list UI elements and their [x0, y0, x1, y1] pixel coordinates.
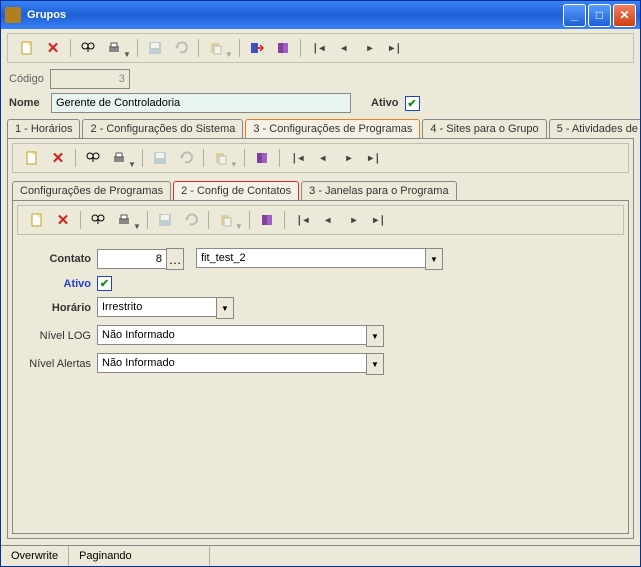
tab-atividades[interactable]: 5 - Atividades de Risco: [549, 119, 640, 138]
detail-help-button[interactable]: [256, 209, 278, 231]
nav-first-button[interactable]: ❘◂: [307, 37, 329, 59]
subtab-janelas[interactable]: 3 - Janelas para o Programa: [301, 181, 456, 200]
detail-ativo-checkbox[interactable]: ✔: [97, 276, 112, 291]
horario-label: Horário: [21, 302, 91, 314]
detail-nav-next-button[interactable]: ▸: [343, 209, 365, 231]
horario-field[interactable]: Irrestrito: [97, 297, 216, 317]
nivel-alertas-field[interactable]: Não Informado: [97, 353, 366, 373]
detail-print-button[interactable]: [113, 209, 135, 231]
nome-field[interactable]: Gerente de Controladoria: [51, 93, 351, 113]
app-icon: [5, 7, 21, 23]
detail-paste-button: [215, 209, 237, 231]
detail-toolbar: ✕ ▼ ▼ ❘◂ ◂ ▸ ▸❘: [17, 205, 624, 235]
ativo-checkbox[interactable]: ✔: [405, 96, 420, 111]
maximize-button[interactable]: □: [588, 4, 611, 27]
search-button[interactable]: [77, 37, 99, 59]
sub-nav-first-button[interactable]: ❘◂: [286, 147, 308, 169]
paste-dropdown-icon: ▼: [225, 50, 233, 59]
detail-new-button[interactable]: [26, 209, 48, 231]
nivel-alertas-dropdown-icon[interactable]: ▼: [366, 353, 384, 375]
detail-undo-button: [180, 209, 202, 231]
nivel-log-field[interactable]: Não Informado: [97, 325, 366, 345]
contato-lookup-button[interactable]: …: [166, 248, 184, 270]
nav-next-button[interactable]: ▸: [359, 37, 381, 59]
tab-horarios[interactable]: 1 - Horários: [7, 119, 80, 138]
undo-button: [170, 37, 192, 59]
sub-print-button[interactable]: [108, 147, 130, 169]
detail-delete-button[interactable]: ✕: [52, 209, 74, 231]
nav-last-button[interactable]: ▸❘: [385, 37, 407, 59]
window-title: Grupos: [27, 9, 66, 21]
main-tabpage: ✕ ▼ ▼ ❘◂ ◂ ▸ ▸❘ Configurações de Program…: [7, 138, 634, 539]
detail-nav-last-button[interactable]: ▸❘: [369, 209, 391, 231]
print-button[interactable]: [103, 37, 125, 59]
codigo-field: 3: [50, 69, 130, 89]
status-state: Paginando: [69, 546, 210, 566]
sub-undo-button: [175, 147, 197, 169]
inner-tabpage: ✕ ▼ ▼ ❘◂ ◂ ▸ ▸❘: [12, 200, 629, 534]
subtab-config-contatos[interactable]: 2 - Config de Contatos: [173, 181, 299, 200]
inner-tabs: Configurações de Programas 2 - Config de…: [12, 181, 629, 200]
sub-toolbar: ✕ ▼ ▼ ❘◂ ◂ ▸ ▸❘: [12, 143, 629, 173]
sub-nav-prev-button[interactable]: ◂: [312, 147, 334, 169]
status-bar: Overwrite Paginando: [1, 545, 640, 566]
tab-sites[interactable]: 4 - Sites para o Grupo: [422, 119, 546, 138]
exit-button[interactable]: [246, 37, 268, 59]
nome-row: Nome Gerente de Controladoria Ativo ✔: [1, 91, 640, 115]
window: Grupos _ □ ✕ ✕ ▼ ▼ ❘◂ ◂ ▸ ▸❘: [0, 0, 641, 567]
detail-ativo-label: Ativo: [21, 278, 91, 290]
contato-code-field[interactable]: 8: [97, 249, 167, 269]
nav-prev-button[interactable]: ◂: [333, 37, 355, 59]
status-mode: Overwrite: [1, 546, 69, 566]
status-spacer: [210, 546, 640, 566]
sub-nav-last-button[interactable]: ▸❘: [364, 147, 386, 169]
sub-search-button[interactable]: [82, 147, 104, 169]
save-button: [144, 37, 166, 59]
sub-new-button[interactable]: [21, 147, 43, 169]
sub-save-button: [149, 147, 171, 169]
help-button[interactable]: [272, 37, 294, 59]
nome-label: Nome: [9, 97, 45, 109]
sub-nav-next-button[interactable]: ▸: [338, 147, 360, 169]
sub-paste-button: [210, 147, 232, 169]
delete-button[interactable]: ✕: [42, 37, 64, 59]
detail-search-button[interactable]: [87, 209, 109, 231]
main-toolbar: ✕ ▼ ▼ ❘◂ ◂ ▸ ▸❘: [7, 33, 634, 63]
print-dropdown-icon[interactable]: ▼: [123, 50, 131, 59]
horario-dropdown-icon[interactable]: ▼: [216, 297, 234, 319]
nivel-log-label: Nível LOG: [21, 330, 91, 342]
codigo-row: Código 3: [1, 67, 640, 91]
sub-paste-dropdown-icon: ▼: [230, 160, 238, 169]
detail-nav-prev-button[interactable]: ◂: [317, 209, 339, 231]
new-button[interactable]: [16, 37, 38, 59]
contato-name-field[interactable]: fit_test_2: [196, 248, 425, 268]
ativo-label: Ativo: [371, 97, 399, 109]
detail-save-button: [154, 209, 176, 231]
subtab-config-programas[interactable]: Configurações de Programas: [12, 181, 171, 200]
contato-dropdown-icon[interactable]: ▼: [425, 248, 443, 270]
close-button[interactable]: ✕: [613, 4, 636, 27]
minimize-button[interactable]: _: [563, 4, 586, 27]
sub-help-button[interactable]: [251, 147, 273, 169]
tab-config-programas[interactable]: 3 - Configurações de Programas: [245, 119, 420, 138]
nivel-log-dropdown-icon[interactable]: ▼: [366, 325, 384, 347]
sub-delete-button[interactable]: ✕: [47, 147, 69, 169]
nivel-alertas-label: Nível Alertas: [21, 358, 91, 370]
sub-print-dropdown-icon[interactable]: ▼: [128, 160, 136, 169]
paste-button: [205, 37, 227, 59]
detail-paste-dropdown-icon: ▼: [235, 222, 243, 231]
titlebar: Grupos _ □ ✕: [1, 1, 640, 29]
detail-print-dropdown-icon[interactable]: ▼: [133, 222, 141, 231]
contato-label: Contato: [21, 253, 91, 265]
codigo-label: Código: [9, 73, 44, 85]
detail-blank-area: [13, 384, 628, 533]
detail-nav-first-button[interactable]: ❘◂: [291, 209, 313, 231]
tab-config-sistema[interactable]: 2 - Configurações do Sistema: [82, 119, 243, 138]
main-tabs: 1 - Horários 2 - Configurações do Sistem…: [7, 119, 634, 138]
detail-form: Contato 8 … fit_test_2 ▼ Ativo ✔ Horário: [13, 239, 628, 384]
